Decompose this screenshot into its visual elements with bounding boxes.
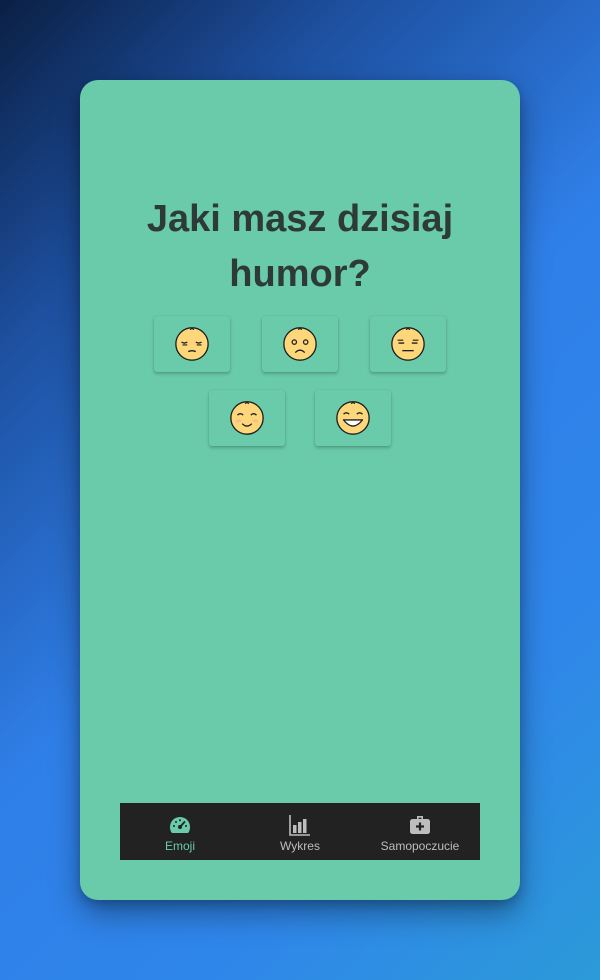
- nav-label-samopoczucie: Samopoczucie: [380, 839, 460, 853]
- page-title: Jaki masz dzisiaj humor?: [146, 198, 454, 295]
- nav-label-emoji: Emoji: [164, 839, 195, 853]
- smiling-face-icon: [230, 401, 264, 435]
- medical-bag-icon: [410, 816, 430, 834]
- mood-button-grinning[interactable]: [315, 390, 391, 446]
- nav-label-wykres: Wykres: [280, 839, 320, 853]
- nav-item-wykres[interactable]: Wykres: [240, 803, 360, 860]
- bar-chart-icon: [289, 815, 310, 836]
- mood-button-smiling[interactable]: [209, 390, 285, 446]
- mood-button-expressionless[interactable]: [370, 316, 446, 372]
- expressionless-face-icon: [391, 327, 425, 361]
- speedometer-icon: [170, 817, 190, 833]
- mood-button-frowning[interactable]: [262, 316, 338, 372]
- bottom-navigation: Emoji Wykres Samopoczucie: [120, 803, 480, 860]
- mood-button-pensive[interactable]: [154, 316, 230, 372]
- frowning-face-icon: [283, 327, 317, 361]
- mood-card: Jaki masz dzisiaj humor? Emoji Wykres Sa…: [80, 80, 520, 900]
- nav-item-samopoczucie[interactable]: Samopoczucie: [360, 803, 480, 860]
- pensive-face-icon: [175, 327, 209, 361]
- grinning-face-icon: [336, 401, 370, 435]
- nav-item-emoji[interactable]: Emoji: [120, 803, 240, 860]
